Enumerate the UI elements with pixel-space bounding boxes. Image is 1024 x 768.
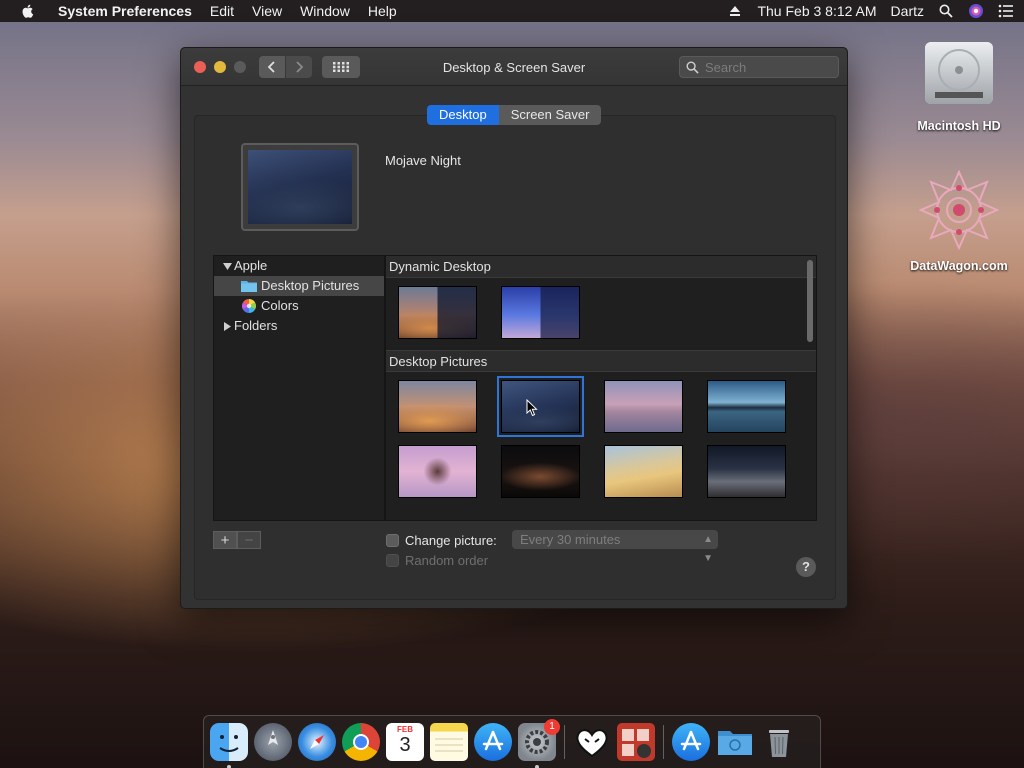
mojave-night-preview-image xyxy=(248,150,352,224)
remove-folder-button[interactable]: − xyxy=(237,531,261,549)
dock-separator xyxy=(564,725,565,759)
disclosure-right-icon[interactable] xyxy=(223,321,232,331)
menubar-user[interactable]: Dartz xyxy=(891,3,924,19)
thumbnail-sand-dunes[interactable] xyxy=(604,445,683,498)
change-picture-checkbox[interactable]: Change picture: xyxy=(386,533,497,548)
add-folder-button[interactable]: + xyxy=(213,531,237,549)
source-list: Apple Desktop Pictures Colors Folders xyxy=(213,255,385,521)
search-input[interactable] xyxy=(705,59,825,75)
source-item-colors[interactable]: Colors xyxy=(214,296,384,316)
calendar-day: 3 xyxy=(399,734,411,756)
checkbox-box xyxy=(386,554,399,567)
safari-icon[interactable] xyxy=(298,723,336,761)
downloads-folder-icon[interactable] xyxy=(716,723,754,761)
updown-arrows-icon: ▲ ▼ xyxy=(703,534,713,564)
app-store-folder-icon[interactable] xyxy=(672,723,710,761)
thumbnail-pink-lake-rock[interactable] xyxy=(398,445,477,498)
dock: FEB 3 1 xyxy=(203,715,821,768)
tab-screen-saver[interactable]: Screen Saver xyxy=(498,105,602,125)
system-preferences-icon[interactable]: 1 xyxy=(518,719,560,768)
siri-icon[interactable] xyxy=(968,3,984,19)
calendar-icon[interactable]: FEB 3 xyxy=(386,723,424,761)
chrome-icon[interactable] xyxy=(342,723,380,761)
source-item-desktop-pictures[interactable]: Desktop Pictures xyxy=(214,276,384,296)
calendar-month: FEB xyxy=(397,725,413,734)
search-icon xyxy=(686,61,699,74)
pink-mandala-icon xyxy=(899,169,1019,253)
source-item-apple[interactable]: Apple xyxy=(214,256,384,276)
thumbnail-mountain-lake[interactable] xyxy=(707,380,786,433)
color-wheel-icon xyxy=(242,299,256,313)
section-header-dynamic: Dynamic Desktop xyxy=(386,256,816,278)
menu-app-name[interactable]: System Preferences xyxy=(58,3,192,19)
title-bar[interactable]: Desktop & Screen Saver xyxy=(181,48,847,86)
search-field[interactable] xyxy=(679,56,839,78)
folder-icon xyxy=(241,281,257,292)
notification-badge: 1 xyxy=(544,719,560,735)
thumbnail-solar-gradients[interactable] xyxy=(501,286,580,339)
thumbnail-dark-dunes[interactable] xyxy=(707,445,786,498)
notes-icon[interactable] xyxy=(430,723,468,761)
photo-booth-icon[interactable] xyxy=(617,723,655,761)
thumbnail-city-night[interactable] xyxy=(501,445,580,498)
random-order-checkbox: Random order xyxy=(386,553,488,568)
tab-desktop[interactable]: Desktop xyxy=(427,105,499,125)
mouse-cursor-icon xyxy=(526,398,538,417)
disclosure-down-icon[interactable] xyxy=(223,262,232,271)
thumbnail-mojave-rock[interactable] xyxy=(604,380,683,433)
thumbnail-mojave-dynamic[interactable] xyxy=(398,286,477,339)
source-item-folders[interactable]: Folders xyxy=(214,316,384,336)
checkbox-box[interactable] xyxy=(386,534,399,547)
menu-help[interactable]: Help xyxy=(368,3,397,19)
menu-window[interactable]: Window xyxy=(300,3,350,19)
desktop-picture-thumbnails xyxy=(386,372,816,502)
spotlight-search-icon[interactable] xyxy=(938,3,954,19)
source-item-label: Colors xyxy=(261,298,299,313)
picture-grid-scrollbar[interactable] xyxy=(807,260,813,342)
notification-center-icon[interactable] xyxy=(998,3,1014,19)
desktop-icon-label: Macintosh HD xyxy=(917,119,1001,133)
apple-menu-icon[interactable] xyxy=(20,3,36,19)
thumbnail-mojave-day[interactable] xyxy=(398,380,477,433)
menu-bar: System Preferences Edit View Window Help… xyxy=(0,0,1024,22)
menu-edit[interactable]: Edit xyxy=(210,3,234,19)
picture-grid: Dynamic Desktop Desktop Pictures xyxy=(385,255,817,521)
heart-app-icon[interactable] xyxy=(573,723,611,761)
desktop-icon-label: DataWagon.com xyxy=(910,259,1008,273)
section-header-desktop-pictures: Desktop Pictures xyxy=(386,350,816,372)
desktop-icon-datawagon[interactable]: DataWagon.com xyxy=(899,169,1019,273)
trash-icon[interactable] xyxy=(760,723,798,761)
current-picture-preview xyxy=(241,143,359,231)
help-button[interactable]: ? xyxy=(796,557,816,577)
source-item-label: Folders xyxy=(234,318,278,333)
change-picture-label: Change picture: xyxy=(405,533,497,548)
app-store-icon[interactable] xyxy=(474,723,512,761)
desktop-screensaver-window: Desktop & Screen Saver Desktop Screen Sa… xyxy=(180,47,848,609)
interval-value: Every 30 minutes xyxy=(520,532,621,547)
desktop-icon-macintosh-hd[interactable]: Macintosh HD xyxy=(899,34,1019,133)
dynamic-thumbnails xyxy=(386,278,816,350)
current-picture-name: Mojave Night xyxy=(385,153,461,168)
add-remove-buttons: + − xyxy=(213,531,261,549)
source-item-label: Desktop Pictures xyxy=(261,278,360,293)
hard-drive-icon xyxy=(899,34,1019,113)
random-order-label: Random order xyxy=(405,553,489,568)
finder-icon[interactable] xyxy=(210,723,248,768)
eject-icon[interactable] xyxy=(727,3,743,19)
menu-view[interactable]: View xyxy=(252,3,282,19)
change-interval-select[interactable]: Every 30 minutes ▲ ▼ xyxy=(512,530,718,564)
thumbnail-mojave-night[interactable] xyxy=(497,376,584,437)
tab-switcher: Desktop Screen Saver xyxy=(427,105,602,125)
source-item-label: Apple xyxy=(234,258,268,273)
launchpad-icon[interactable] xyxy=(254,723,292,761)
menubar-clock[interactable]: Thu Feb 3 8:12 AM xyxy=(757,3,876,19)
dock-separator xyxy=(663,725,664,759)
